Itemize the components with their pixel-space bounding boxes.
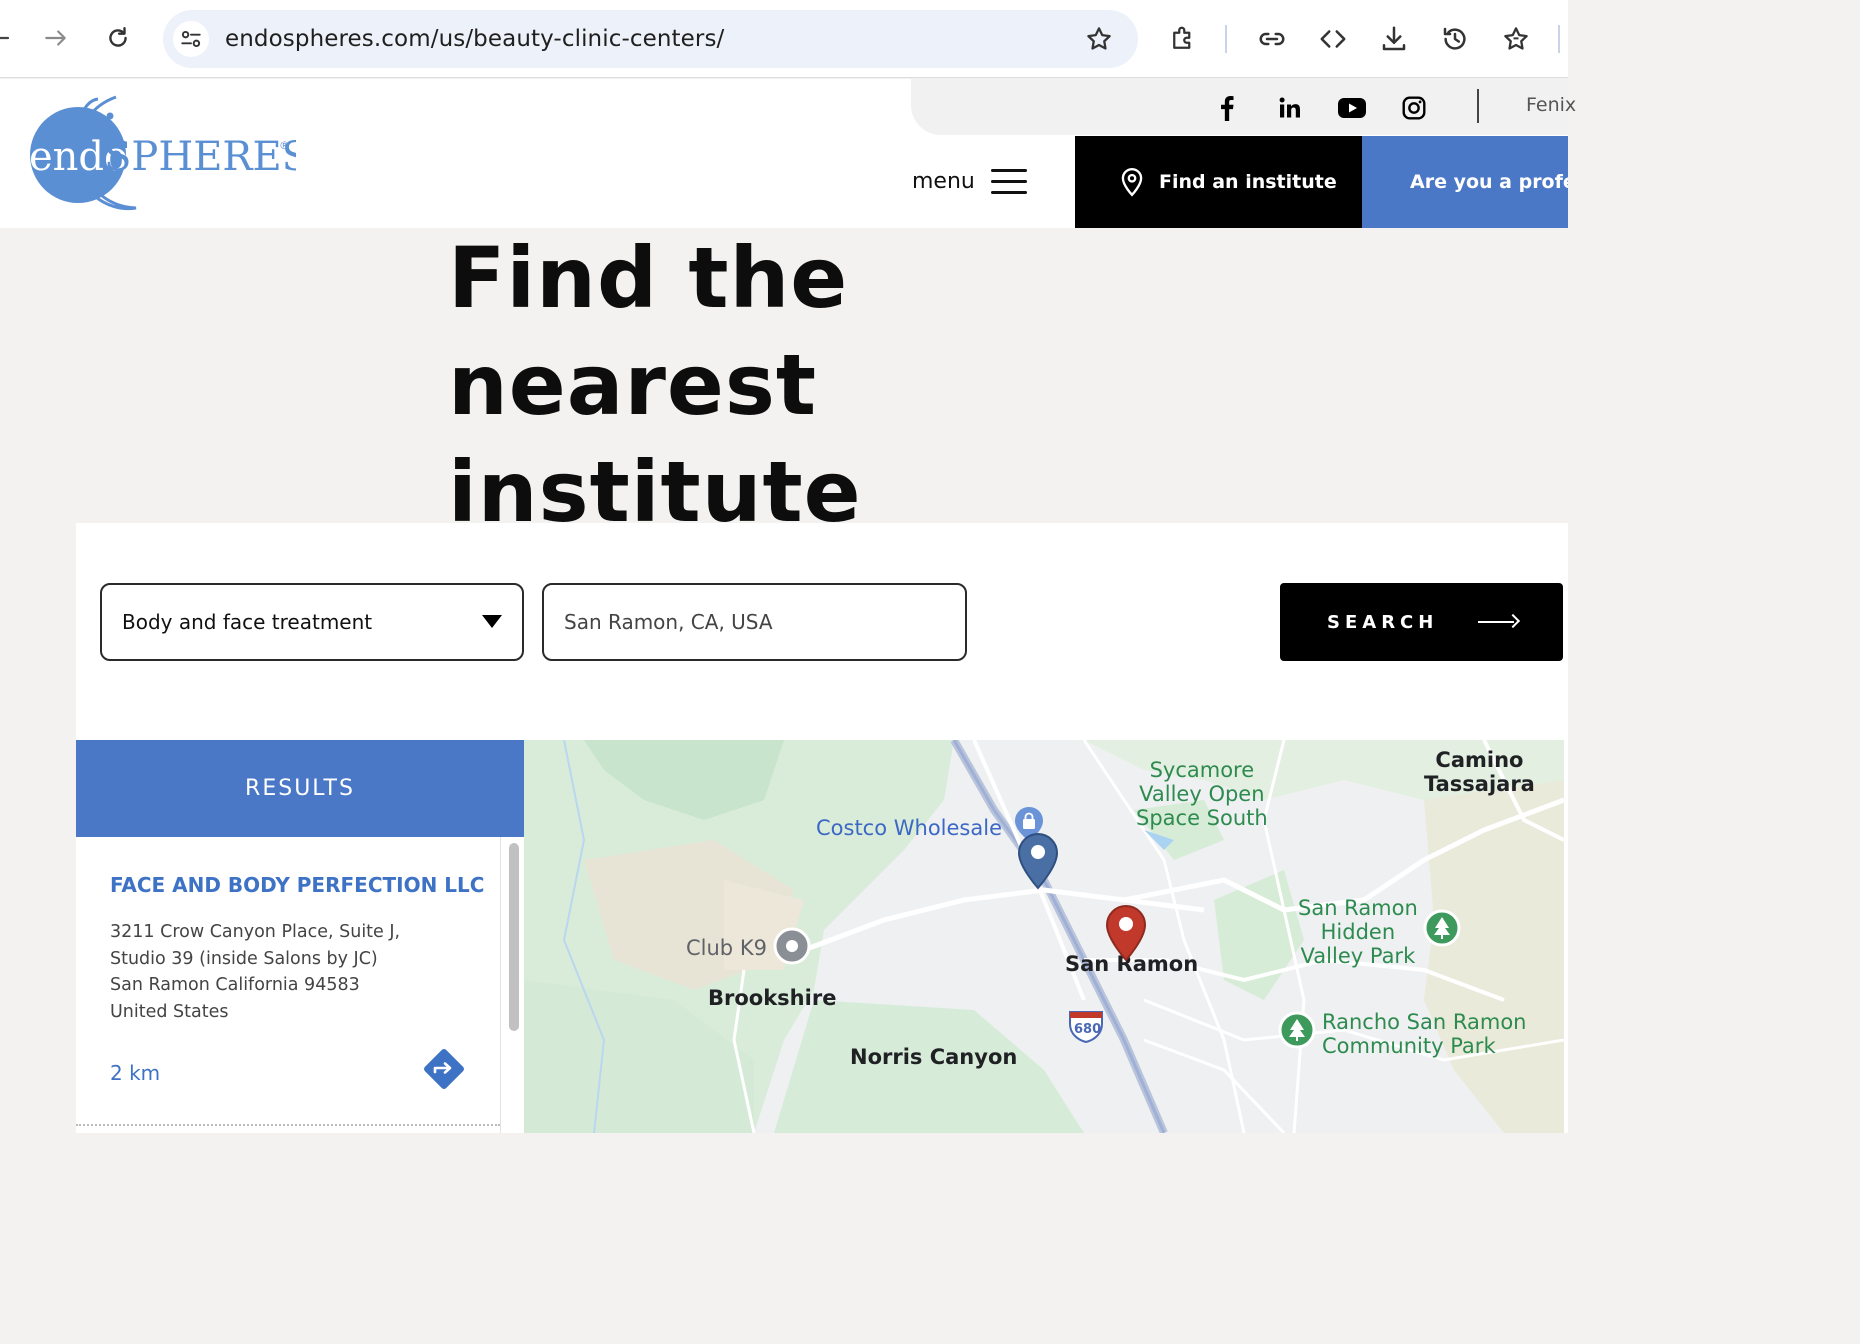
svg-text:®: ® [279,139,290,152]
page-title-line-1: Find the nearest [448,229,849,434]
search-button-label: SEARCH [1327,611,1439,633]
instagram-icon[interactable] [1399,93,1429,123]
reading-list-star-icon[interactable] [1498,20,1534,58]
map-label-costco: Costco Wholesale [816,816,1002,840]
find-institute-label: Find an institute [1159,171,1337,193]
park-poi-icon[interactable] [1422,908,1462,952]
results-scrollbar[interactable] [500,837,524,1133]
forward-icon[interactable] [38,20,74,56]
social-topbar: Fenix [911,79,1576,135]
url-text[interactable]: endospheres.com/us/beauty-clinic-centers… [225,26,724,52]
extensions-icon[interactable] [1165,20,1201,58]
treatment-select-value: Body and face treatment [122,610,373,634]
page-title: Find the nearest institute [448,225,1208,546]
endospheres-logo[interactable]: endo SPHERES ® [26,93,309,213]
professional-label: Are you a profess [1410,171,1568,193]
toolbar-divider [1558,25,1560,53]
site-header: endo SPHERES ® Fenix menu Find an instit… [0,79,1576,228]
map-label-brookshire: Brookshire [708,986,837,1010]
result-distance: 2 km [110,1061,161,1085]
back-icon[interactable] [0,20,18,56]
reload-icon[interactable] [100,20,136,56]
map-label-rancho-san-ramon: Rancho San Ramon Community Park [1322,1010,1527,1058]
directions-icon[interactable] [420,1045,468,1093]
history-icon[interactable] [1437,20,1473,58]
svg-text:SPHERES: SPHERES [104,134,296,180]
toolbar-divider [1225,25,1227,53]
map-label-highway: 680 [1074,1022,1102,1037]
map-marker-blue[interactable] [1017,832,1059,894]
map-label-norris-canyon: Norris Canyon [850,1045,1018,1069]
result-name[interactable]: FACE AND BODY PERFECTION LLC [110,873,484,897]
download-icon[interactable] [1376,20,1412,58]
code-icon[interactable] [1315,20,1351,58]
location-pin-icon [1121,167,1143,197]
bookmark-star-icon[interactable] [1084,24,1114,58]
find-institute-button[interactable]: Find an institute [1075,136,1362,228]
professional-button[interactable]: Are you a profess [1362,136,1568,228]
park-poi-icon[interactable] [1277,1010,1317,1054]
menu-label[interactable]: menu [912,169,975,194]
youtube-icon[interactable] [1337,93,1367,123]
results-header: RESULTS [76,740,524,837]
result-divider [76,1124,500,1126]
caret-down-icon [482,615,502,628]
linkedin-icon[interactable] [1275,93,1305,123]
result-address: 3211 Crow Canyon Place, Suite J, Studio … [110,922,401,1022]
results-list[interactable]: FACE AND BODY PERFECTION LLC 3211 Crow C… [76,837,524,1133]
topbar-divider [1477,89,1479,123]
results-map[interactable]: Costco Wholesale Sycamore Valley Open Sp… [524,740,1564,1133]
club-k9-poi-icon[interactable] [772,926,812,970]
scrollbar-thumb[interactable] [509,843,519,1031]
location-input[interactable] [542,583,967,661]
link-icon[interactable] [1254,20,1290,58]
map-label-club-k9: Club K9 [686,936,767,960]
address-bar[interactable]: endospheres.com/us/beauty-clinic-centers… [163,10,1138,68]
facebook-icon[interactable] [1212,93,1242,123]
hamburger-menu-icon[interactable] [991,169,1029,195]
browser-toolbar: endospheres.com/us/beauty-clinic-centers… [0,0,1568,78]
search-panel: Body and face treatment SEARCH RESULTS F… [76,523,1568,1133]
language-selector[interactable]: Fenix [1526,94,1576,116]
map-label-camino-tassajara: Camino Tassajara [1424,748,1535,796]
search-button[interactable]: SEARCH [1280,583,1563,661]
treatment-select[interactable]: Body and face treatment [100,583,524,661]
map-label-sycamore: Sycamore Valley Open Space South [1136,758,1268,830]
site-info-icon[interactable] [173,21,209,57]
map-marker-red[interactable] [1105,904,1147,966]
map-label-hidden-valley-park: San Ramon Hidden Valley Park [1298,896,1418,968]
